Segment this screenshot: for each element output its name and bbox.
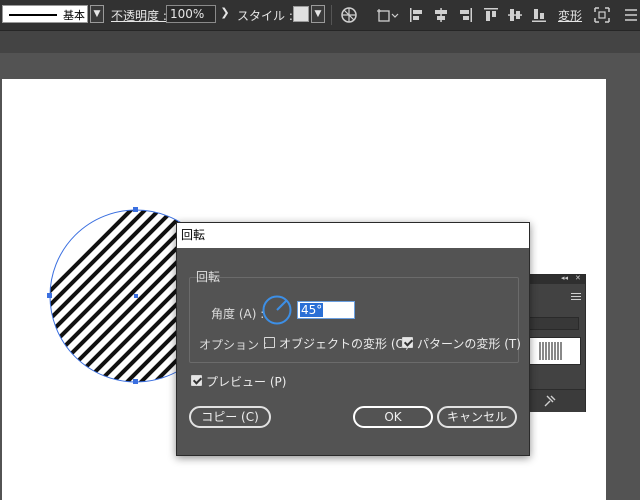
panel-field[interactable] [529, 317, 579, 330]
document-tab-bar [0, 31, 640, 53]
opacity-label[interactable]: 不透明度 : [111, 7, 167, 24]
chevron-right-icon[interactable]: ❯ [218, 5, 232, 23]
opacity-input[interactable]: 100% [166, 5, 216, 23]
angle-label: 角度 (A) : [211, 307, 265, 321]
panel-header: ◂◂ ✕ [529, 274, 585, 284]
align-left-icon[interactable] [407, 5, 427, 25]
angle-input[interactable]: 45° [297, 301, 355, 319]
shape-mode-icon[interactable] [375, 5, 399, 25]
align-top-icon[interactable] [481, 5, 501, 25]
anchor-point[interactable] [47, 293, 52, 298]
copy-button[interactable]: コピー (C) [189, 406, 271, 428]
transform-patterns-label[interactable]: パターンの変形 (T) [417, 335, 521, 352]
stroke-profile-label: 基本 [63, 9, 85, 22]
control-bar: 基本 ▼ 不透明度 : 100% ❯ スタイル : ▼ 変形 [0, 0, 640, 31]
align-right-icon[interactable] [455, 5, 475, 25]
bullets-icon[interactable] [622, 5, 640, 25]
anchor-point[interactable] [133, 207, 138, 212]
pin-icon[interactable] [543, 394, 557, 408]
align-bottom-icon[interactable] [529, 5, 549, 25]
collapse-icon[interactable]: ◂◂ [561, 274, 568, 282]
stroke-profile-dropdown[interactable]: 基本 [2, 5, 88, 23]
align-hcenter-icon[interactable] [431, 5, 451, 25]
chevron-down-icon[interactable]: ▼ [90, 5, 104, 23]
transform-patterns-checkbox[interactable] [402, 337, 413, 348]
preview-checkbox[interactable] [191, 375, 202, 386]
anchor-point[interactable] [133, 379, 138, 384]
recolor-icon[interactable] [339, 5, 359, 25]
angle-dial-icon[interactable] [261, 294, 293, 329]
close-icon[interactable]: ✕ [575, 274, 581, 282]
transform-grid-icon[interactable] [592, 5, 612, 25]
angle-value: 45° [300, 303, 324, 317]
hatch-line [50, 210, 158, 382]
panel-footer [529, 389, 585, 412]
center-point [134, 294, 138, 298]
rotate-group-label: 回転 [196, 270, 221, 284]
chevron-down-icon[interactable]: ▼ [311, 5, 325, 23]
rotate-dialog: 回転 回転 角度 (A) : 45° オプション : オブジェクトの変形 (O)… [176, 222, 530, 456]
stroke-profile-line [9, 14, 57, 16]
swatches-panel: ◂◂ ✕ [528, 274, 586, 412]
dialog-title[interactable]: 回転 [177, 223, 529, 248]
panel-menu-icon[interactable] [571, 291, 581, 302]
transform-objects-checkbox[interactable] [264, 337, 275, 348]
style-label: スタイル : [237, 9, 293, 23]
pattern-swatch[interactable] [529, 337, 581, 365]
transform-objects-label[interactable]: オブジェクトの変形 (O) [279, 335, 410, 352]
toolbar-divider [331, 5, 332, 25]
options-label: オプション : [199, 338, 267, 352]
cancel-button[interactable]: キャンセル [437, 406, 517, 428]
graphic-style-swatch[interactable] [293, 6, 309, 22]
align-vcenter-icon[interactable] [505, 5, 525, 25]
transform-link[interactable]: 変形 [558, 7, 582, 24]
preview-label[interactable]: プレビュー (P) [206, 373, 286, 390]
ok-button[interactable]: OK [353, 406, 433, 428]
